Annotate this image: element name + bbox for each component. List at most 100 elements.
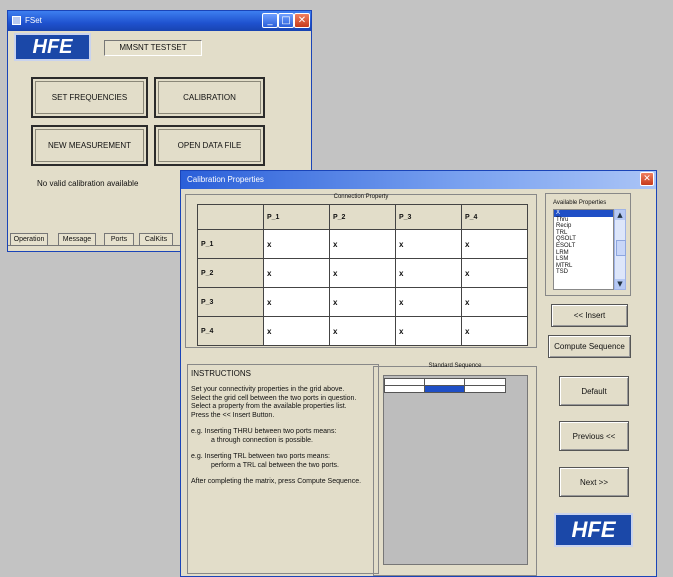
list-scrollbar[interactable]: ▲ ▼: [614, 209, 626, 290]
instruction-step: Select a property from the available pro…: [191, 403, 347, 410]
grid-col-header: P_3: [395, 204, 462, 230]
standard-sequence-area[interactable]: [383, 375, 528, 565]
insert-label: << Insert: [573, 311, 606, 320]
grid-cell[interactable]: x: [263, 316, 330, 346]
tab-calkits[interactable]: CalKits: [139, 233, 173, 245]
tab-message[interactable]: Message: [58, 233, 96, 245]
grid-col-header: P_4: [461, 204, 528, 230]
grid-cell[interactable]: x: [329, 258, 396, 288]
app-icon: [12, 16, 21, 25]
set-frequencies-button[interactable]: SET FREQUENCIES: [31, 77, 148, 118]
sequence-cell[interactable]: [465, 386, 505, 392]
grid-row-header: P_4: [197, 316, 264, 346]
tab-ports[interactable]: Ports: [104, 233, 134, 245]
list-item[interactable]: QSOLT: [554, 236, 613, 243]
calibration-button[interactable]: CALIBRATION: [154, 77, 265, 118]
grid-row: P_4 x x x x: [197, 316, 528, 346]
connection-property-caption: Connection Property: [333, 194, 389, 200]
grid-cell[interactable]: x: [263, 258, 330, 288]
list-item[interactable]: TRL: [554, 230, 613, 237]
standard-sequence-group: Standard Sequence: [373, 363, 537, 576]
scroll-thumb[interactable]: [616, 240, 626, 256]
main-title-bar[interactable]: FSet _ □ ✕: [8, 11, 311, 31]
close-button[interactable]: ✕: [294, 13, 310, 28]
sequence-cell-selected[interactable]: [425, 386, 465, 392]
list-item[interactable]: X: [554, 210, 613, 217]
scroll-up-icon[interactable]: ▲: [615, 210, 625, 220]
grid-header-row: P_1 P_2 P_3 P_4: [197, 204, 528, 230]
new-measurement-label: NEW MEASUREMENT: [47, 141, 132, 150]
list-item[interactable]: Thru: [554, 217, 613, 224]
maximize-button[interactable]: □: [278, 13, 294, 28]
set-frequencies-label: SET FREQUENCIES: [51, 93, 128, 102]
next-button[interactable]: Next >>: [559, 467, 629, 497]
grid-row: P_1 x x x x: [197, 229, 528, 259]
calibration-title-bar[interactable]: Calibration Properties ✕: [181, 171, 656, 189]
grid-row: P_3 x x x x: [197, 287, 528, 317]
hfe-logo-small: HFE: [554, 513, 633, 547]
instructions-title: INSTRUCTIONS: [191, 369, 251, 378]
instruction-step: Select the grid cell between the two por…: [191, 394, 357, 402]
instruction-example: e.g. Inserting THRU between two ports me…: [191, 428, 376, 445]
main-window-title: FSet: [25, 16, 42, 25]
instructions-text: Set your connectivity properties in the …: [191, 386, 376, 495]
grid-cell[interactable]: x: [461, 229, 528, 259]
grid-cell[interactable]: x: [395, 229, 462, 259]
instruction-example-line: e.g. Inserting TRL between two ports mea…: [191, 453, 330, 460]
new-measurement-button[interactable]: NEW MEASUREMENT: [31, 125, 148, 166]
hfe-logo: HFE: [14, 33, 91, 61]
grid-cell[interactable]: x: [329, 229, 396, 259]
grid-col-header: P_1: [263, 204, 330, 230]
list-item[interactable]: MTRL: [554, 263, 613, 270]
calibration-close-button[interactable]: ✕: [640, 172, 654, 186]
grid-cell[interactable]: x: [395, 287, 462, 317]
grid-row: P_2 x x x x: [197, 258, 528, 288]
available-properties-group: Available Properties X Thru Recip TRL QS…: [545, 193, 631, 296]
grid-cell[interactable]: x: [263, 229, 330, 259]
list-item[interactable]: LSM: [554, 256, 613, 263]
available-properties-list[interactable]: X Thru Recip TRL QSOLT ESOLT LRM LSM MTR…: [553, 209, 614, 290]
grid-cell[interactable]: x: [461, 316, 528, 346]
list-item[interactable]: TSD: [554, 269, 613, 276]
grid-row-header: P_2: [197, 258, 264, 288]
compute-sequence-button[interactable]: Compute Sequence: [548, 335, 631, 358]
calibration-properties-window: Calibration Properties ✕ Connection Prop…: [180, 170, 657, 577]
minimize-button[interactable]: _: [262, 13, 278, 28]
instruction-example-detail: a through connection is possible.: [211, 436, 313, 444]
calibration-window-title: Calibration Properties: [187, 175, 264, 184]
grid-cell[interactable]: x: [329, 287, 396, 317]
list-item[interactable]: ESOLT: [554, 243, 613, 250]
previous-button[interactable]: Previous <<: [559, 421, 629, 451]
instruction-example-detail: perform a TRL cal between the two ports.: [211, 461, 340, 469]
grid-cell[interactable]: x: [329, 316, 396, 346]
grid-col-header: P_2: [329, 204, 396, 230]
instruction-step: Press the << Insert Button.: [191, 411, 275, 419]
next-label: Next >>: [579, 477, 608, 487]
grid-cell[interactable]: x: [395, 258, 462, 288]
scroll-down-icon[interactable]: ▼: [615, 279, 625, 289]
grid-cell[interactable]: x: [461, 258, 528, 288]
sequence-row: [384, 385, 506, 393]
instruction-example-line: e.g. Inserting THRU between two ports me…: [191, 428, 337, 435]
grid-cell[interactable]: x: [395, 316, 462, 346]
grid-cell[interactable]: x: [461, 287, 528, 317]
grid-cell[interactable]: x: [263, 287, 330, 317]
standard-sequence-caption: Standard Sequence: [428, 363, 482, 369]
list-item[interactable]: LRM: [554, 250, 613, 257]
list-item[interactable]: Recip: [554, 223, 613, 230]
insert-button[interactable]: << Insert: [551, 304, 628, 327]
calibration-label: CALIBRATION: [183, 93, 236, 102]
instruction-step: After completing the matrix, press Compu…: [191, 478, 362, 485]
default-button[interactable]: Default: [559, 376, 629, 406]
sequence-cell[interactable]: [385, 386, 425, 392]
grid-row-header: P_3: [197, 287, 264, 317]
testset-name-display: MMSNT TESTSET: [104, 40, 202, 56]
open-data-file-button[interactable]: OPEN DATA FILE: [154, 125, 265, 166]
default-label: Default: [581, 386, 607, 396]
instruction-example: e.g. Inserting TRL between two ports mea…: [191, 453, 376, 470]
instruction-step: Set your connectivity properties in the …: [191, 386, 345, 393]
instruction-line: After completing the matrix, press Compu…: [191, 478, 376, 487]
connection-grid: P_1 P_2 P_3 P_4 P_1 x x x x P_2 x x x x …: [197, 204, 528, 346]
tab-operation[interactable]: Operation: [10, 233, 48, 245]
calibration-status-text: No valid calibration available: [37, 179, 139, 188]
